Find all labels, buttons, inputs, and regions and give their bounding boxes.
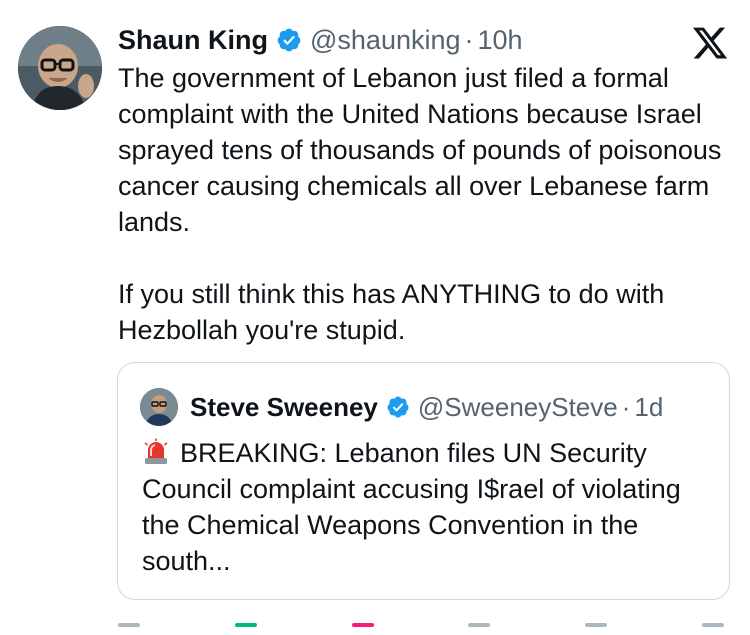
quoted-verified-badge-icon[interactable] <box>386 395 410 419</box>
siren-emoji-icon <box>142 438 170 466</box>
quoted-author-name[interactable]: Steve Sweeney <box>190 392 378 423</box>
tweet-action-bar <box>118 615 728 635</box>
quoted-author-handle[interactable]: @SweeneySteve <box>418 392 618 423</box>
author-name[interactable]: Shaun King <box>118 25 268 56</box>
quoted-author-avatar[interactable] <box>140 388 178 426</box>
author-handle[interactable]: @shaunking <box>310 25 461 56</box>
views-icon[interactable] <box>468 615 494 635</box>
quoted-separator-dot: · <box>621 391 631 422</box>
tweet-timestamp[interactable]: 10h <box>478 25 523 56</box>
retweet-icon[interactable] <box>234 615 261 635</box>
reply-icon[interactable] <box>118 615 144 635</box>
x-logo-icon[interactable] <box>690 24 730 62</box>
share-icon[interactable] <box>701 615 728 635</box>
author-avatar[interactable] <box>18 26 102 110</box>
quoted-tweet-timestamp[interactable]: 1d <box>634 392 663 423</box>
tweet-header: Shaun King @shaunking · 10h <box>118 22 523 58</box>
quoted-tweet-header: Steve Sweeney @SweeneySteve · 1d <box>140 388 663 426</box>
quoted-tweet-text: BREAKING: Lebanon files UN Security Coun… <box>142 435 717 579</box>
bookmark-icon[interactable] <box>585 615 611 635</box>
separator-dot: · <box>464 24 474 55</box>
quoted-tweet-card[interactable]: Steve Sweeney @SweeneySteve · 1d BREAKIN… <box>117 362 730 600</box>
quoted-tweet-body: BREAKING: Lebanon files UN Security Coun… <box>142 438 681 576</box>
tweet-card[interactable]: Shaun King @shaunking · 10h The governme… <box>0 0 750 627</box>
verified-badge-icon[interactable] <box>276 27 302 53</box>
like-icon[interactable] <box>351 615 378 635</box>
tweet-text: The government of Lebanon just filed a f… <box>118 63 722 345</box>
